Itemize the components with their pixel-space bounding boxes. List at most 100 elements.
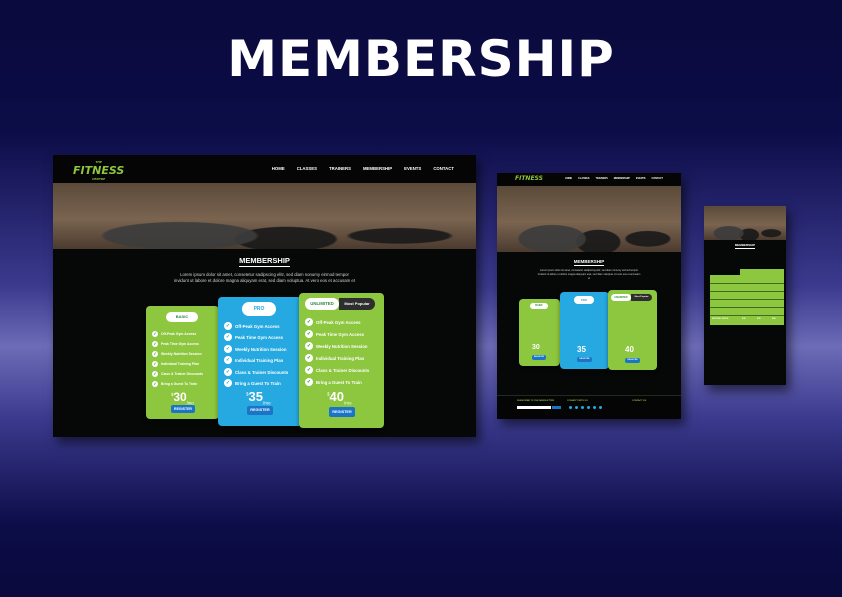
logo[interactable]: THE FITNESS CENTRE <box>73 160 124 181</box>
hero-image <box>53 183 476 249</box>
feature-item: ✓ Bring a Guest To Train <box>152 381 198 387</box>
feature-item: ✓ Class & Trainer Discounts <box>224 368 289 376</box>
feature-item: ✓ Off-Peak Gym Access <box>224 322 280 330</box>
nav-classes[interactable]: CLASSES <box>578 177 589 180</box>
table-price: $35 <box>757 318 761 320</box>
instagram-icon[interactable] <box>581 406 584 409</box>
feature-item: ✓ Individual Training Plan <box>305 354 365 362</box>
register-button[interactable]: REGISTER <box>577 357 592 362</box>
check-icon: ✓ <box>305 318 313 326</box>
pinterest-icon[interactable] <box>593 406 596 409</box>
plan-price: 40 <box>625 345 634 354</box>
feature-item: ✓ Weekly Nutrition Session <box>305 342 368 350</box>
check-icon: ✓ <box>305 354 313 362</box>
section-title: MEMBERSHIP <box>239 256 290 267</box>
nav-events[interactable]: EVENTS <box>636 177 646 180</box>
register-button[interactable]: REGISTER <box>329 407 355 417</box>
check-icon: ✓ <box>305 342 313 350</box>
register-button[interactable]: REGISTER <box>625 358 640 363</box>
table-row <box>710 299 784 300</box>
youtube-icon[interactable] <box>587 406 590 409</box>
section-title: MEMBERSHIP <box>573 259 605 266</box>
social-icons <box>569 406 602 409</box>
plan-card-unlimited: UNLIMITED Most Popular ✓ Off-Peak Gym Acc… <box>299 293 384 428</box>
check-icon: ✓ <box>152 381 158 387</box>
nav-home[interactable]: HOME <box>272 166 285 171</box>
plan-name: PRO <box>242 302 276 316</box>
check-icon: ✓ <box>224 356 232 364</box>
register-button[interactable]: REGISTER <box>247 406 273 415</box>
plan-price: $35/mo <box>246 389 271 406</box>
newsletter-input[interactable] <box>517 406 551 409</box>
footer-contact-heading: CONTACT US <box>632 400 647 402</box>
feature-item: ✓ Class & Trainer Discounts <box>152 371 204 377</box>
feature-item: ✓ Peak Time Gym Access <box>152 341 199 347</box>
check-icon: ✓ <box>152 361 158 367</box>
page-title: MEMBERSHIP <box>227 30 615 88</box>
check-icon: ✓ <box>224 379 232 387</box>
table-price: $40 <box>772 318 776 320</box>
plan-price: 35 <box>577 345 586 354</box>
nav-links: HOME CLASSES TRAINERS MEMBERSHIP EVENTS … <box>272 166 454 171</box>
check-icon: ✓ <box>152 341 158 347</box>
hero-image <box>497 186 681 252</box>
feature-item: ✓ Peak Time Gym Access <box>224 333 284 341</box>
plan-card-basic: BASIC ✓ Off-Peak Gym Access ✓ Peak Time Gy… <box>146 306 219 419</box>
logo-bottom: CENTRE <box>92 177 106 181</box>
twitter-icon[interactable] <box>575 406 578 409</box>
google-icon[interactable] <box>599 406 602 409</box>
nav-contact[interactable]: CONTACT <box>433 166 454 171</box>
nav-classes[interactable]: CLASSES <box>297 166 317 171</box>
nav-events[interactable]: EVENTS <box>404 166 421 171</box>
feature-item: ✓ Individual Training Plan <box>224 356 284 364</box>
plan-name: BASIC <box>530 303 548 309</box>
plan-name: PRO <box>574 296 594 304</box>
mobile-mockup: MEMBERSHIP MONTHLY PRICE $30 $35 $40 <box>704 206 786 385</box>
top-nav: FITNESS HOME CLASSES TRAINERS MEMBERSHIP… <box>497 173 681 186</box>
plan-name: UNLIMITED <box>611 294 631 301</box>
table-row <box>710 291 784 292</box>
register-button[interactable]: REGISTER <box>532 355 546 360</box>
logo[interactable]: FITNESS <box>515 175 543 182</box>
check-icon: ✓ <box>152 331 158 337</box>
plan-price: 30 <box>532 344 540 351</box>
plan-price: $40/mo <box>327 389 352 406</box>
table-row <box>710 307 784 308</box>
desktop-mockup: THE FITNESS CENTRE HOME CLASSES TRAINERS… <box>53 155 476 437</box>
plan-card-pro: PRO ✓ Off-Peak Gym Access ✓ Peak Time Gym … <box>218 297 302 426</box>
check-icon: ✓ <box>152 371 158 377</box>
nav-home[interactable]: HOME <box>565 177 572 180</box>
table-row <box>710 283 784 284</box>
check-icon: ✓ <box>305 366 313 374</box>
check-icon: ✓ <box>224 345 232 353</box>
section-title: MEMBERSHIP <box>734 243 756 249</box>
plan-name: BASIC <box>166 312 198 322</box>
feature-item: ✓ Bring a Guest To Train <box>305 378 362 386</box>
facebook-icon[interactable] <box>569 406 572 409</box>
register-button[interactable]: REGISTER <box>171 405 195 413</box>
plan-name: UNLIMITED <box>305 298 339 310</box>
top-nav: THE FITNESS CENTRE HOME CLASSES TRAINERS… <box>53 155 476 183</box>
feature-item: ✓ Class & Trainer Discounts <box>305 366 370 374</box>
table-row <box>710 315 784 316</box>
table-row-label: MONTHLY PRICE <box>712 318 729 320</box>
check-icon: ✓ <box>224 368 232 376</box>
nav-membership[interactable]: MEMBERSHIP <box>363 166 392 171</box>
feature-item: ✓ Bring a Guest To Train <box>224 379 281 387</box>
nav-trainers[interactable]: TRAINERS <box>595 177 607 180</box>
check-icon: ✓ <box>224 322 232 330</box>
section-text: Lorem ipsum dolor sit amet, consetetur s… <box>173 272 356 283</box>
nav-membership[interactable]: MEMBERSHIP <box>614 177 630 180</box>
newsletter-submit-button[interactable] <box>552 406 561 409</box>
plan-card-unlimited: UNLIMITED Most Popular 40 REGISTER <box>608 290 657 370</box>
footer-connect-heading: CONNECT WITH US <box>567 400 588 402</box>
hero-image <box>704 206 786 240</box>
nav-trainers[interactable]: TRAINERS <box>329 166 351 171</box>
nav-contact[interactable]: CONTACT <box>651 177 663 180</box>
logo-text: FITNESS <box>73 164 125 177</box>
section-text: Lorem ipsum dolor sit amet, consetetur s… <box>537 269 641 280</box>
check-icon: ✓ <box>305 330 313 338</box>
plan-card-basic: BASIC 30 REGISTER <box>519 299 560 366</box>
most-popular-badge: Most Popular <box>631 294 652 301</box>
footer-newsletter-heading: SUBSCRIBE TO THE NEWSLETTER <box>517 400 555 402</box>
